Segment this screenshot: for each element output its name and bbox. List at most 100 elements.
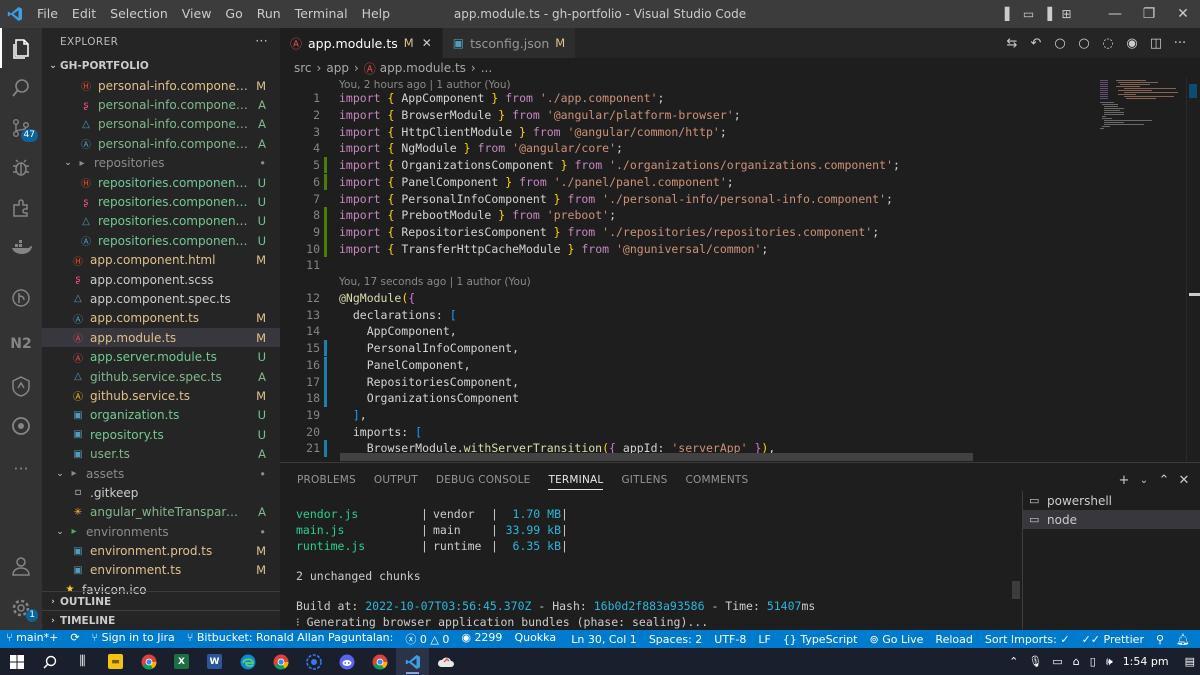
- excel-icon[interactable]: X: [165, 648, 198, 675]
- close-window-icon[interactable]: ✕: [1166, 0, 1200, 28]
- split-editor-icon[interactable]: ◫: [1144, 36, 1168, 51]
- close-icon[interactable]: ✕: [422, 36, 432, 50]
- menu-selection[interactable]: Selection: [103, 0, 175, 28]
- code-editor[interactable]: You, 2 hours ago | 1 author (You) 1 impor…: [280, 78, 1200, 462]
- tree-file[interactable]: ▣ environment.prod.ts M: [42, 541, 280, 560]
- tree-file[interactable]: Ⓐapp.module.ts M: [42, 328, 280, 348]
- code-line[interactable]: 7 import { PersonalInfoComponent } from '…: [280, 190, 1080, 207]
- run-debug-icon[interactable]: [0, 148, 42, 188]
- clock[interactable]: 1:54 pm: [1118, 655, 1174, 668]
- breadcrumb-app[interactable]: app: [326, 61, 349, 75]
- tree-file[interactable]: Ⓗpersonal-info.component.... M: [42, 76, 280, 95]
- edge-icon[interactable]: [231, 648, 264, 675]
- explorer-more-icon[interactable]: ···: [255, 34, 268, 48]
- terminal-dropdown-icon[interactable]: ⌄: [1134, 475, 1154, 486]
- problems-status[interactable]: ⓧ 0 △ 0: [399, 631, 455, 647]
- volume-icon[interactable]: 🕪︎: [1101, 655, 1118, 669]
- tree-file[interactable]: ʂ app.component.scss: [42, 270, 280, 289]
- tree-file[interactable]: △ personal-info.component.... A: [42, 115, 280, 134]
- tree-file[interactable]: Ⓐapp.server.module.ts U: [42, 347, 280, 366]
- code-line[interactable]: 10 import { TransferHttpCacheModule } fro…: [280, 240, 1080, 257]
- code-line[interactable]: 17 RepositoriesComponent,: [280, 373, 1080, 390]
- tree-file[interactable]: △ github.service.spec.ts A: [42, 367, 280, 386]
- language-mode[interactable]: {} TypeScript: [777, 633, 864, 646]
- tree-file[interactable]: Ⓐapp.component.ts M: [42, 309, 280, 328]
- manage-icon[interactable]: 1: [0, 588, 42, 628]
- accounts-status-icon[interactable]: ⚲: [1150, 633, 1170, 646]
- tab-app-module[interactable]: Ⓐ app.module.ts M ✕: [280, 28, 443, 58]
- menu-edit[interactable]: Edit: [65, 0, 103, 28]
- tree-file[interactable]: Ⓐpersonal-info.component.ts A: [42, 134, 280, 153]
- terminal-scrollbar[interactable]: [1012, 581, 1020, 599]
- discord-icon[interactable]: [330, 648, 363, 675]
- new-terminal-icon[interactable]: +: [1114, 473, 1134, 488]
- tab-tsconfig[interactable]: ▣ tsconfig.json M: [442, 28, 577, 58]
- search-icon[interactable]: [0, 68, 42, 108]
- open-changes-icon[interactable]: ◌: [1096, 36, 1120, 51]
- menu-help[interactable]: Help: [355, 0, 398, 28]
- breadcrumb-file[interactable]: app.module.ts: [380, 61, 466, 75]
- code-line[interactable]: 2 import { BrowserModule } from '@angular…: [280, 107, 1080, 124]
- cursor-position[interactable]: Ln 30, Col 1: [565, 633, 643, 646]
- code-line[interactable]: 19 ],: [280, 407, 1080, 424]
- quokka-status[interactable]: Quokka: [508, 631, 562, 647]
- extensions-icon[interactable]: [0, 188, 42, 228]
- tree-file[interactable]: ʂ personal-info.component.... A: [42, 95, 280, 114]
- code-line[interactable]: 14 AppComponent,: [280, 323, 1080, 340]
- tree-file[interactable]: ✳ angular_whiteTransparent.svg A: [42, 503, 280, 522]
- tree-file[interactable]: ▣ user.ts A: [42, 444, 280, 463]
- tree-file[interactable]: △ app.component.spec.ts: [42, 289, 280, 308]
- toggle-panel-icon[interactable]: ▭: [1019, 0, 1038, 28]
- task-view-icon[interactable]: ⫼: [66, 648, 99, 675]
- chrome-icon[interactable]: [132, 648, 165, 675]
- chrome-alt-icon[interactable]: [264, 648, 297, 675]
- search-icon[interactable]: [33, 648, 66, 675]
- scrollbar-thumb[interactable]: [1189, 84, 1197, 98]
- tree-file[interactable]: Ⓐgithub.service.ts M: [42, 386, 280, 405]
- compare-changes-icon[interactable]: ⇆: [1000, 36, 1024, 51]
- toggle-primary-sidebar-icon[interactable]: ▌: [1000, 0, 1019, 28]
- menu-run[interactable]: Run: [250, 0, 288, 28]
- previous-change-icon[interactable]: ○: [1048, 36, 1072, 51]
- microphone-icon[interactable]: 🎙︎: [1023, 655, 1047, 668]
- tree-file[interactable]: ▣ organization.ts U: [42, 406, 280, 425]
- start-icon[interactable]: [0, 648, 33, 675]
- tab-gitlens[interactable]: GITLENS: [612, 463, 676, 497]
- source-control-icon[interactable]: 47: [0, 108, 42, 148]
- minimap[interactable]: [1096, 78, 1186, 138]
- menu-file[interactable]: File: [30, 0, 65, 28]
- editor-scrollbar[interactable]: [1186, 78, 1200, 462]
- code-line[interactable]: 1 import { AppComponent } from './app.com…: [280, 90, 1080, 107]
- tree-file[interactable]: ▣ repository.ts U: [42, 425, 280, 444]
- gitlens-toggle-icon[interactable]: ◉: [1120, 36, 1144, 51]
- code-line[interactable]: 13 declarations: [: [280, 306, 1080, 323]
- next-change-icon[interactable]: ○: [1072, 36, 1096, 51]
- more-actions-icon[interactable]: ···: [1168, 36, 1192, 51]
- signal-icon[interactable]: [297, 648, 330, 675]
- nx-icon[interactable]: N2: [0, 324, 42, 364]
- notifications-icon[interactable]: 🔔︎: [1170, 633, 1196, 646]
- code-line[interactable]: 11: [280, 257, 1080, 274]
- tab-terminal[interactable]: TERMINAL: [539, 463, 612, 497]
- indentation[interactable]: Spaces: 2: [643, 633, 708, 646]
- breadcrumb-src[interactable]: src: [294, 61, 312, 75]
- close-panel-icon[interactable]: ✕: [1174, 473, 1194, 488]
- tab-output[interactable]: OUTPUT: [365, 463, 427, 497]
- outline-section[interactable]: › OUTLINE: [42, 591, 280, 611]
- explorer-icon[interactable]: [0, 28, 42, 68]
- tree-file[interactable]: ▣ environment.ts M: [42, 561, 280, 580]
- minimize-icon[interactable]: —: [1098, 0, 1132, 28]
- maximize-panel-icon[interactable]: ⌃: [1154, 473, 1174, 488]
- jira-status[interactable]: ⑂ Sign in to Jira: [86, 631, 181, 647]
- tray-overflow-icon[interactable]: ⌃: [1004, 655, 1023, 668]
- tree-file[interactable]: ▫ .gitkeep: [42, 483, 280, 502]
- horizontal-scrollbar[interactable]: [340, 453, 973, 461]
- workspace-root[interactable]: ⌄ GH-PORTFOLIO: [42, 56, 280, 76]
- terminal-node[interactable]: ▭ node: [1023, 510, 1200, 529]
- battery-alt-icon[interactable]: ▯: [1085, 655, 1101, 668]
- tree-file[interactable]: Ⓗapp.component.html M: [42, 251, 280, 270]
- cloud-icon[interactable]: [429, 648, 462, 675]
- breadcrumb-symbol[interactable]: ...: [481, 61, 492, 75]
- encoding[interactable]: UTF-8: [708, 633, 752, 646]
- file-explorer-icon[interactable]: ▬: [99, 648, 132, 675]
